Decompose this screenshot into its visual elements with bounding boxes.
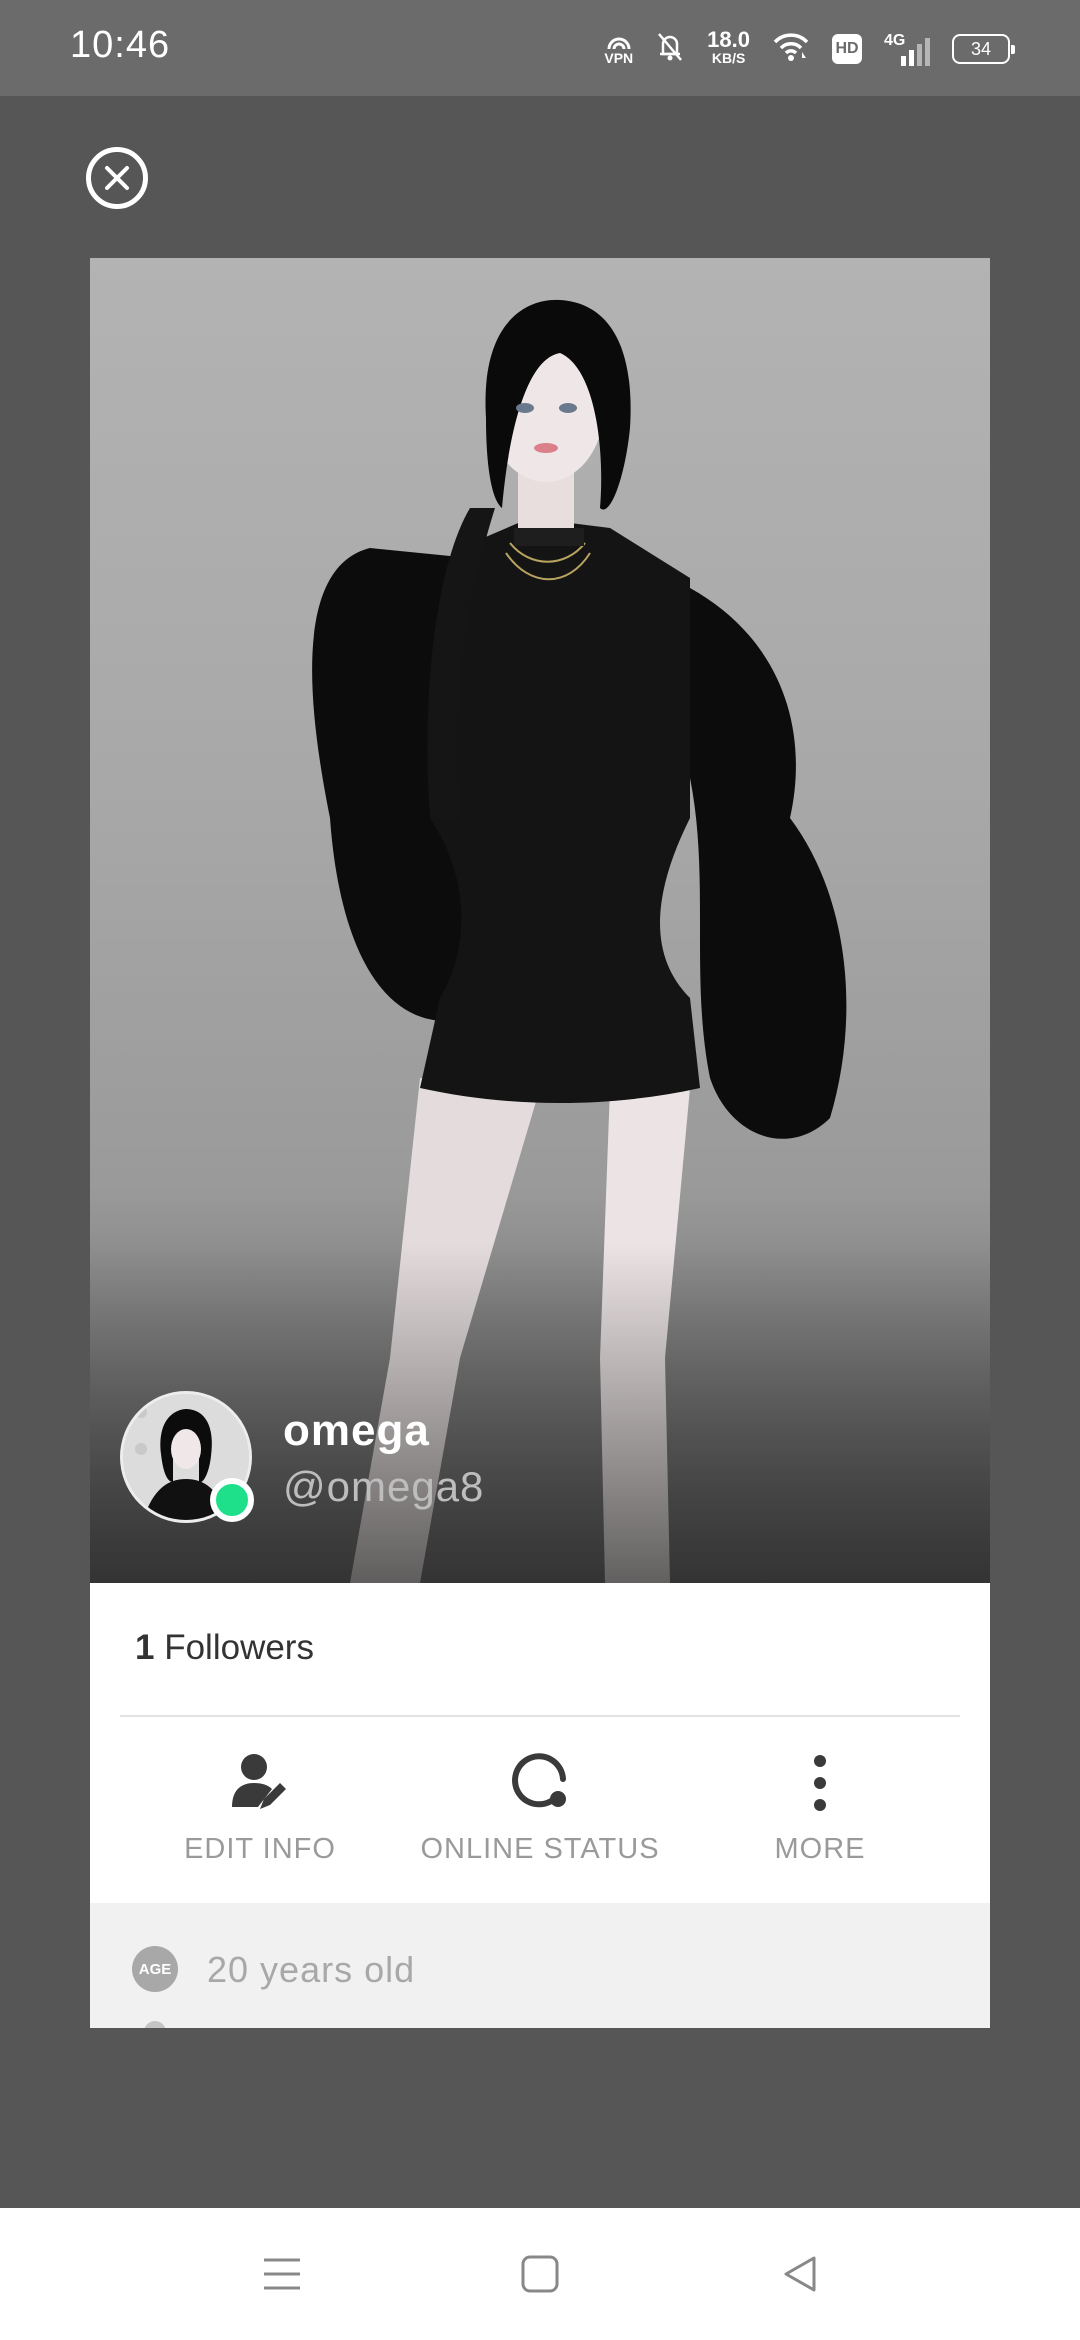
status-bar: 10:46 VPN 18.0 KB/S HD 4G 34: [0, 0, 1080, 96]
menu-icon: [264, 2258, 300, 2290]
profile-details: AGE 20 years old: [90, 1903, 990, 2028]
edit-person-icon: [232, 1754, 286, 1809]
age-text: 20 years old: [207, 1949, 416, 1990]
more-vertical-icon: [814, 1755, 826, 1811]
edit-info-button[interactable]: EDIT INFO: [110, 1743, 410, 1883]
status-time: 10:46: [70, 24, 171, 66]
status-icons: VPN 18.0 KB/S HD 4G 34: [604, 24, 1015, 74]
wifi-icon: [772, 32, 810, 67]
back-button[interactable]: [770, 2244, 830, 2304]
followers-label: Followers: [164, 1628, 314, 1667]
username-handle: @omega8: [283, 1463, 485, 1510]
edit-info-label: EDIT INFO: [184, 1833, 336, 1865]
signal-icon: 4G: [884, 32, 930, 66]
followers-count: 1: [135, 1628, 155, 1667]
close-icon: [105, 166, 129, 190]
recents-button[interactable]: [252, 2244, 312, 2304]
detail-icon: [144, 2021, 166, 2028]
action-bar: EDIT INFO ONLINE STATUS MORE: [90, 1743, 990, 1883]
avatar-hero-image: omega @omega8: [90, 258, 990, 1583]
online-status-icon: [512, 1753, 566, 1808]
age-icon: AGE: [132, 1946, 178, 1992]
close-button[interactable]: [86, 147, 148, 209]
home-button[interactable]: [510, 2244, 570, 2304]
battery-icon: 34: [952, 34, 1015, 64]
online-status-button[interactable]: ONLINE STATUS: [390, 1743, 690, 1883]
back-triangle-icon: [784, 2256, 816, 2292]
online-status-label: ONLINE STATUS: [420, 1833, 660, 1865]
more-button[interactable]: MORE: [670, 1743, 970, 1883]
profile-info-panel: 1 Followers EDIT INFO ONLINE STATUS MORE: [90, 1583, 990, 1903]
vpn-icon: VPN: [604, 33, 633, 65]
home-square-icon: [521, 2255, 559, 2293]
profile-card: omega @omega8 1 Followers EDIT INFO ONLI…: [90, 258, 990, 2028]
network-speed: 18.0 KB/S: [707, 27, 750, 67]
display-name: omega: [283, 1406, 430, 1455]
online-status-indicator: [210, 1478, 254, 1522]
divider: [120, 1715, 960, 1717]
followers-stat[interactable]: 1 Followers: [135, 1628, 314, 1668]
more-label: MORE: [774, 1833, 866, 1865]
mute-bell-icon: [655, 30, 685, 69]
hd-icon: HD: [832, 34, 862, 64]
system-nav-bar: [0, 2208, 1080, 2340]
